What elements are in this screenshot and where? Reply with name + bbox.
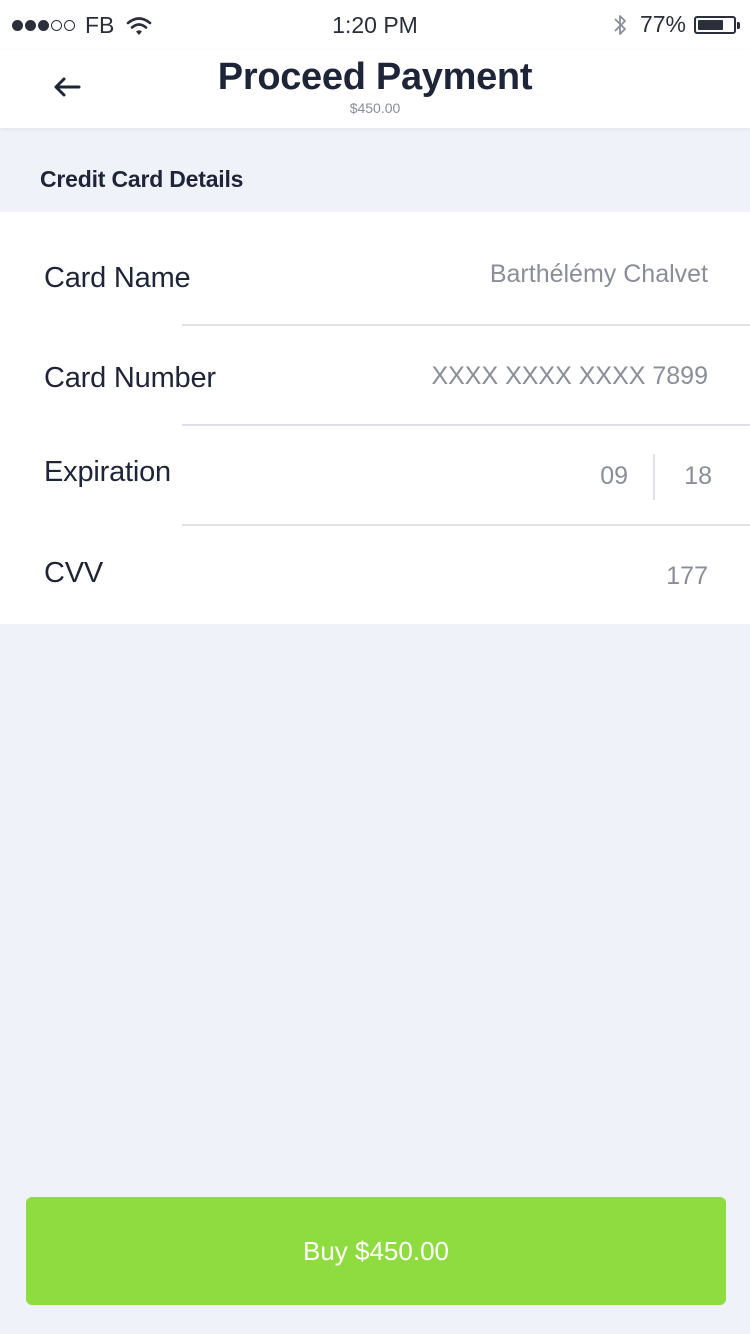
- section-title: Credit Card Details: [40, 166, 244, 192]
- credit-card-form: Card Name Card Number Expiration CVV: [0, 212, 750, 624]
- expiration-divider: [653, 454, 655, 500]
- expiration-row: Expiration: [0, 424, 750, 524]
- cvv-label: CVV: [44, 557, 104, 589]
- page-title: Proceed Payment: [217, 56, 533, 98]
- expiration-year-input[interactable]: [672, 462, 712, 491]
- card-number-input[interactable]: [408, 362, 708, 391]
- cvv-row: CVV: [0, 526, 750, 626]
- expiration-label: Expiration: [44, 456, 171, 488]
- battery-icon: [694, 15, 740, 34]
- card-name-label: Card Name: [44, 262, 191, 294]
- status-bar: FB 1:20 PM 77%: [0, 0, 750, 50]
- expiration-month-input[interactable]: [568, 462, 628, 491]
- battery-fill: [698, 19, 724, 30]
- bluetooth-icon: [612, 12, 628, 38]
- status-right: 77%: [612, 11, 740, 38]
- card-number-row: Card Number: [0, 326, 750, 426]
- card-number-label: Card Number: [44, 362, 216, 394]
- cvv-input[interactable]: [588, 562, 708, 591]
- card-name-input[interactable]: [408, 260, 708, 289]
- card-name-row: Card Name: [0, 226, 750, 326]
- battery-tip: [737, 21, 740, 29]
- payment-screen: FB 1:20 PM 77% Proceed Payment $450.00 C…: [0, 0, 750, 1334]
- battery-percent: 77%: [639, 11, 686, 37]
- navigation-header: Proceed Payment $450.00: [0, 50, 750, 128]
- buy-button[interactable]: Buy $450.00: [26, 1197, 726, 1305]
- page-subtitle-amount: $450.00: [349, 100, 401, 116]
